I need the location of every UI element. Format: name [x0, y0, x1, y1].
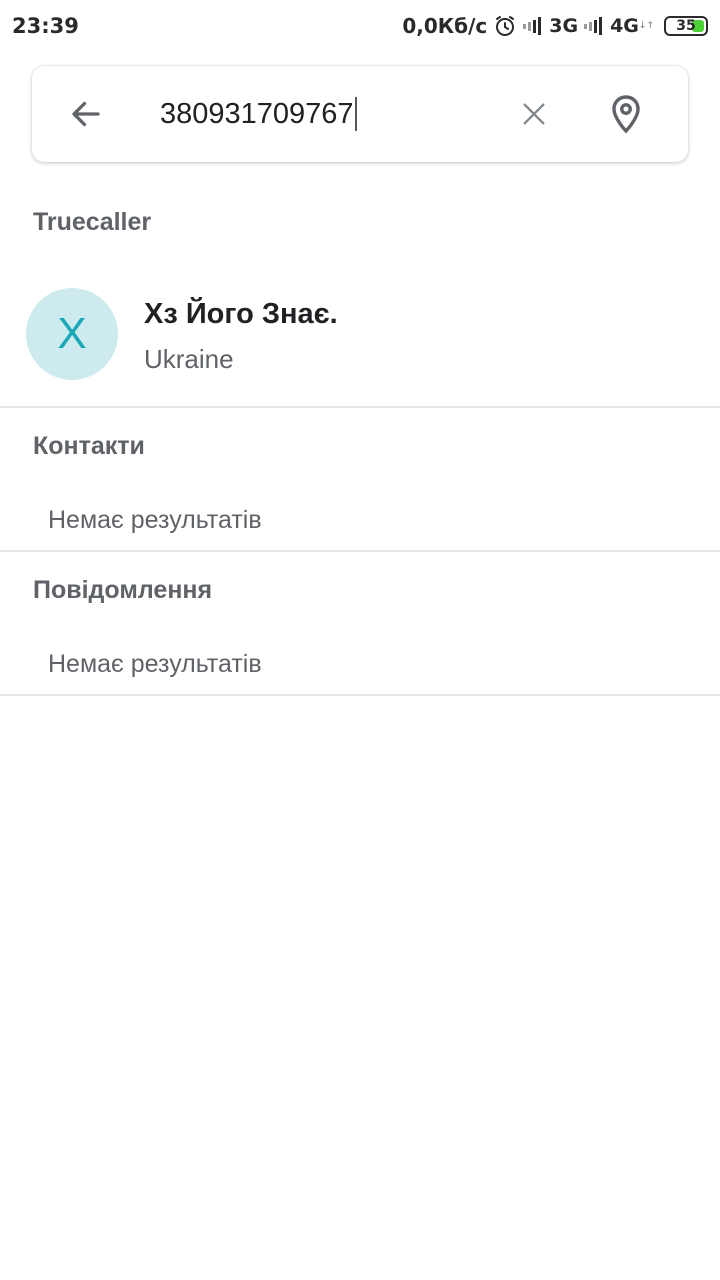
search-input-value: 380931709767 — [160, 97, 354, 130]
search-bar: 380931709767 — [32, 66, 688, 162]
screen: 23:39 0,0Кб/с 3G 4G ↓↑ 35 380931709767 T… — [0, 0, 720, 1280]
clear-search-button[interactable] — [514, 94, 554, 134]
battery-percent: 35 — [676, 18, 696, 34]
divider — [0, 406, 720, 408]
section-title-messages: Повідомлення — [33, 576, 213, 604]
messages-empty-text: Немає результатів — [48, 650, 262, 678]
signal-strength-icon — [584, 17, 603, 35]
text-caret — [354, 97, 357, 131]
arrow-left-icon — [72, 101, 100, 127]
divider — [0, 694, 720, 696]
signal-strength-icon — [523, 17, 542, 35]
alarm-icon — [493, 14, 517, 38]
divider — [0, 550, 720, 552]
section-title-truecaller: Truecaller — [33, 208, 152, 236]
battery-icon: 35 — [664, 16, 708, 36]
back-button[interactable] — [66, 94, 106, 134]
truecaller-result[interactable]: Х Хз Його Знає. Ukraine — [0, 268, 720, 404]
status-bar: 23:39 0,0Кб/с 3G 4G ↓↑ 35 — [0, 0, 720, 52]
avatar: Х — [26, 288, 118, 380]
result-name: Хз Його Знає. — [144, 298, 338, 330]
search-input[interactable]: 380931709767 — [160, 90, 500, 138]
close-icon — [523, 103, 545, 125]
network-speed: 0,0Кб/с — [402, 14, 488, 38]
network-type-4g: 4G ↓↑ — [610, 15, 654, 37]
avatar-letter: Х — [57, 309, 87, 358]
status-indicators: 0,0Кб/с 3G 4G ↓↑ 35 — [402, 14, 708, 38]
network-type-3g: 3G — [549, 15, 579, 37]
result-country: Ukraine — [144, 344, 234, 374]
section-title-contacts: Контакти — [33, 432, 145, 460]
location-button[interactable] — [606, 92, 646, 136]
status-time: 23:39 — [12, 14, 79, 38]
location-pin-icon — [612, 95, 640, 134]
contacts-empty-text: Немає результатів — [48, 506, 262, 534]
